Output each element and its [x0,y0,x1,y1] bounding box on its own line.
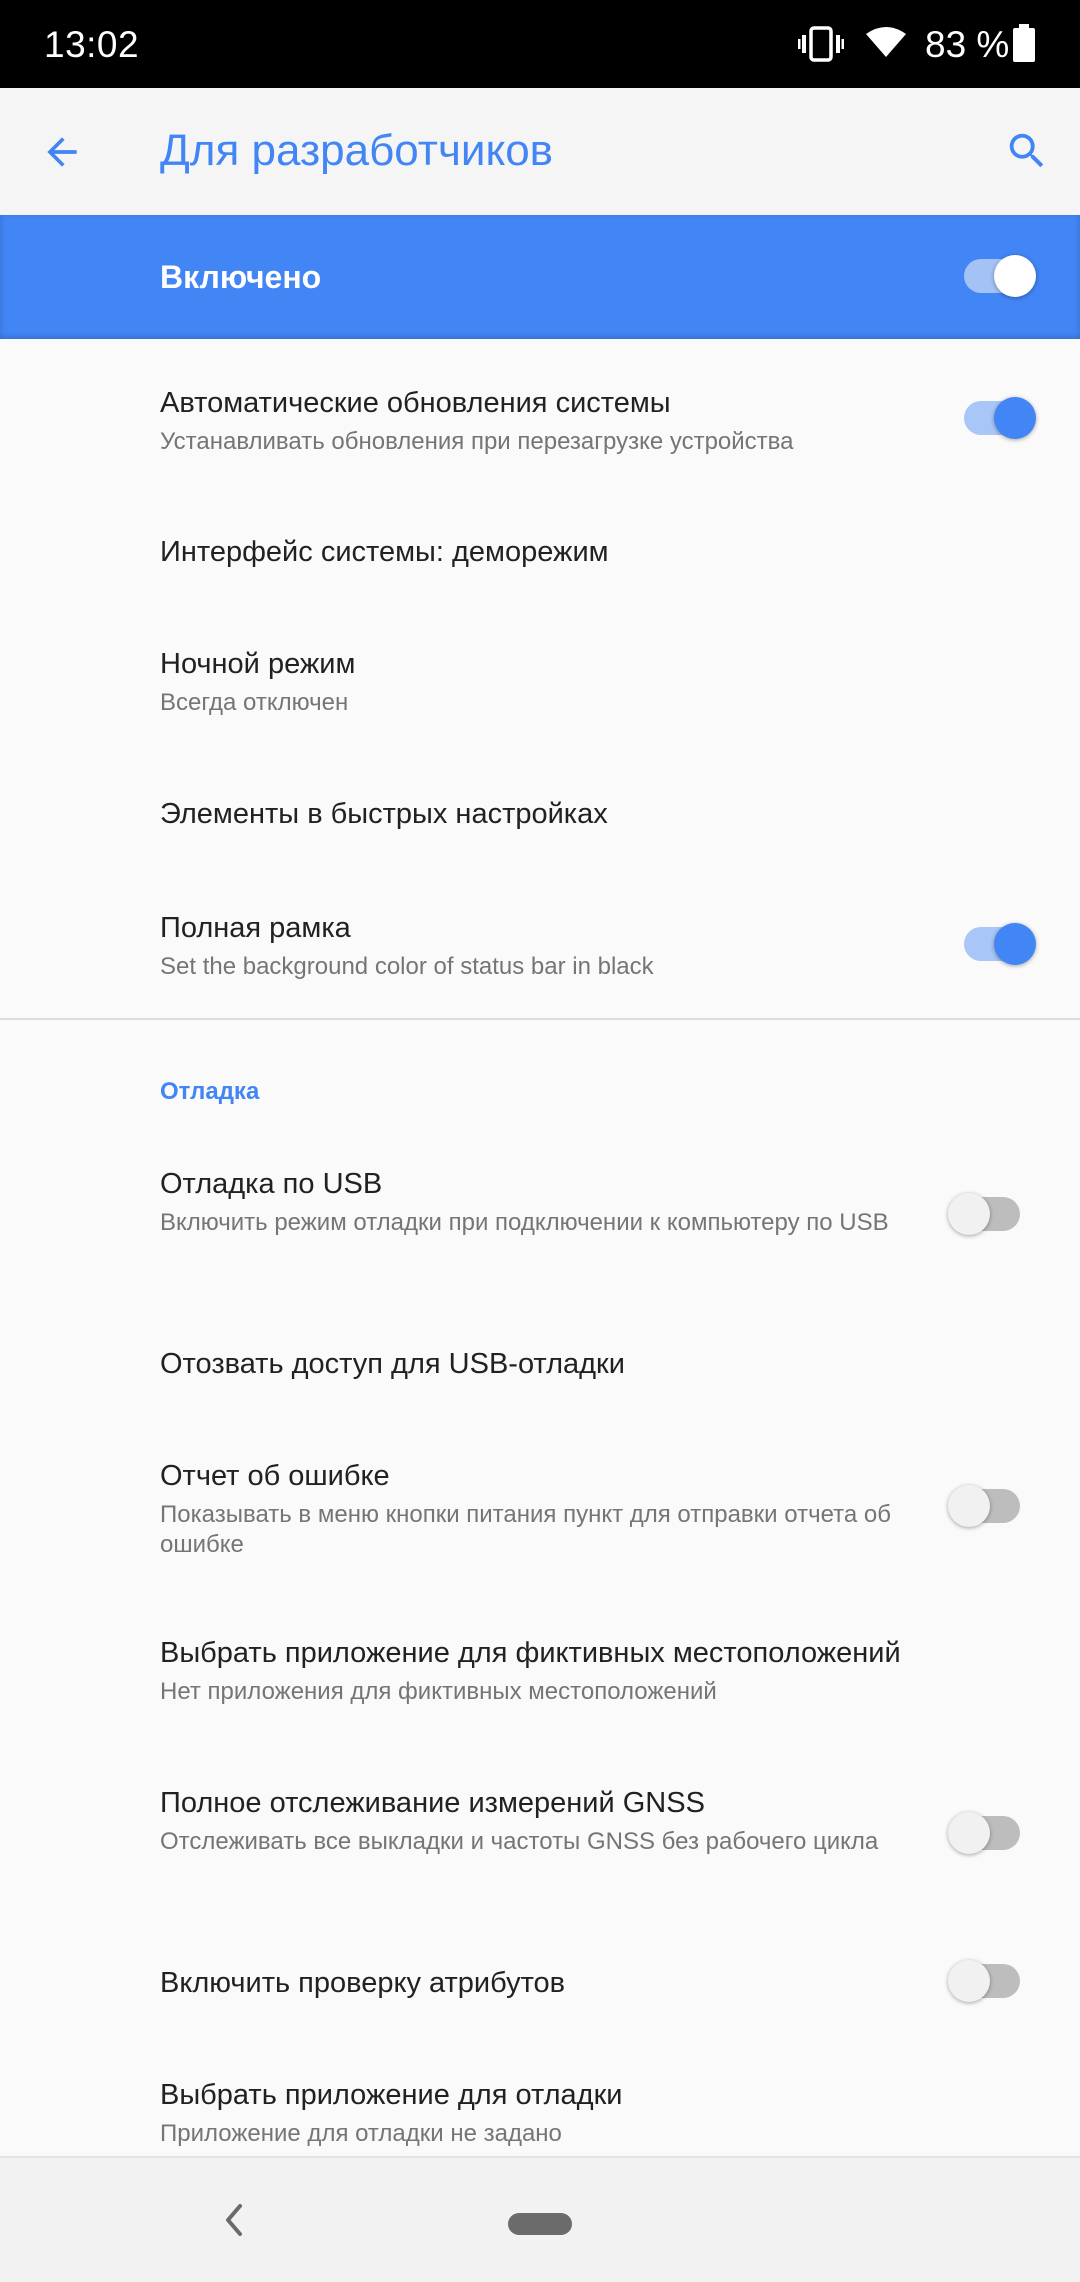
back-arrow-icon[interactable] [40,130,84,174]
setting-revoke-usb-auth[interactable]: Отозвать доступ для USB-отладки [0,1290,1080,1432]
usb-debugging-toggle[interactable] [948,1185,1026,1245]
setting-title: Отозвать доступ для USB-отладки [160,1348,625,1380]
setting-full-frame[interactable]: Полная рамка Set the background color of… [0,887,1080,1017]
master-switch-label: Включено [160,259,322,295]
setting-summary: Нет приложения для фиктивных местоположе… [160,1678,717,1705]
setting-title: Автоматические обновления системы [160,387,671,419]
page-title: Для разработчиков [160,126,554,175]
setting-summary: Приложение для отладки не задано [160,2120,562,2147]
setting-summary: Set the background color of status bar i… [160,953,654,980]
master-switch-bar[interactable]: Включено [0,215,1080,339]
setting-gnss-measurements[interactable]: Полное отслеживание измерений GNSS Отсле… [0,1762,1080,1922]
setting-summary: Устанавливать обновления при перезагрузк… [160,428,794,455]
home-pill-icon[interactable] [508,2213,572,2235]
battery-icon [1013,24,1035,62]
setting-title: Включить проверку атрибутов [160,1967,566,1999]
master-toggle[interactable] [964,247,1036,307]
battery-percent: 83 % [925,24,1010,65]
attribute-check-toggle[interactable] [948,1952,1026,2012]
setting-title: Выбрать приложение для фиктивных местопо… [160,1637,901,1669]
full-frame-toggle[interactable] [964,915,1036,975]
setting-summary: Отслеживать все выкладки и частоты GNSS … [160,1828,879,1855]
gnss-toggle[interactable] [948,1804,1026,1864]
setting-title: Выбрать приложение для отладки [160,2079,623,2111]
setting-title: Элементы в быстрых настройках [160,798,608,830]
setting-quick-settings-tiles[interactable]: Элементы в быстрых настройках [0,765,1080,907]
setting-mock-location-app[interactable]: Выбрать приложение для фиктивных местопо… [0,1582,1080,1732]
setting-demo-mode[interactable]: Интерфейс системы: деморежим [0,481,1080,623]
status-bar: 13:02 83 % [0,0,1080,88]
section-header-debug: Отладка [160,1078,260,1105]
setting-auto-updates[interactable]: Автоматические обновления системы Устана… [0,339,1080,481]
setting-summary: Включить режим отладки при подключении к… [160,1209,889,1236]
setting-title: Полная рамка [160,912,351,944]
vibrate-icon [798,26,844,62]
setting-title: Ночной режим [160,648,356,680]
setting-title: Интерфейс системы: деморежим [160,536,609,568]
bug-report-toggle[interactable] [948,1477,1026,1537]
status-time: 13:02 [44,24,140,65]
setting-title: Отчет об ошибке [160,1460,390,1492]
setting-summary: Показывать в меню кнопки питания пункт д… [160,1501,891,1558]
setting-title: Отладка по USB [160,1168,383,1200]
section-divider [0,1018,1080,1020]
nav-back-icon[interactable] [220,2202,248,2238]
setting-summary: Всегда отключен [160,689,349,716]
auto-updates-toggle[interactable] [964,389,1036,449]
app-bar: Для разработчиков [0,88,1080,215]
search-icon[interactable] [1004,128,1050,174]
setting-debug-app[interactable]: Выбрать приложение для отладки Приложени… [0,2042,1080,2156]
setting-night-mode[interactable]: Ночной режим Всегда отключен [0,623,1080,765]
setting-usb-debugging[interactable]: Отладка по USB Включить режим отладки пр… [0,1140,1080,1290]
setting-bug-report[interactable]: Отчет об ошибке Показывать в меню кнопки… [0,1432,1080,1582]
wifi-icon [866,27,906,57]
setting-title: Полное отслеживание измерений GNSS [160,1787,705,1819]
setting-attribute-check[interactable]: Включить проверку атрибутов [0,1922,1080,2042]
navigation-bar [0,2156,1080,2282]
